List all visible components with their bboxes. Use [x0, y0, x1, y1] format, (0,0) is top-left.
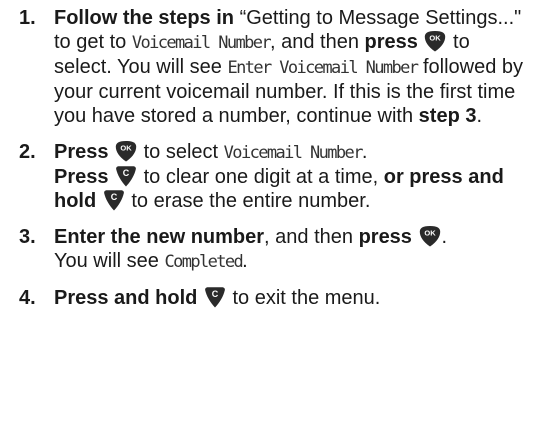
clear-key-icon: C [103, 189, 125, 211]
display-text: Completed [164, 252, 243, 272]
step-text: to select [138, 141, 224, 163]
step-text: , and then [270, 31, 365, 53]
step-bold-text: Enter the new number [54, 226, 265, 248]
clear-key-icon: C [115, 165, 137, 187]
step-text: . [361, 141, 368, 163]
step-bold-text: press [358, 226, 412, 248]
step-bold-text: Press and hold [54, 287, 198, 309]
step-4: 4. Press and hold C to exit the menu. [0, 286, 533, 310]
step-bold-text: press [364, 31, 418, 53]
display-text: Enter Voicemail Number [227, 58, 419, 78]
step-number: 4. [19, 287, 36, 309]
ok-key-icon: OK [419, 225, 441, 247]
step-text: to erase the entire number. [125, 190, 371, 212]
step-bold-text: Follow the steps in [54, 7, 235, 29]
step-text: to exit the menu. [226, 287, 381, 309]
step-bold-text: Press [54, 141, 109, 163]
display-text: Voicemail Number [131, 33, 272, 53]
display-text: Voicemail Number [223, 143, 364, 163]
svg-text:C: C [212, 289, 219, 299]
clear-key-icon: C [204, 286, 226, 308]
step-number: 1. [19, 7, 36, 29]
svg-text:OK: OK [424, 229, 436, 238]
step-2: 2. Press OK to select Voicemail Number. Pr… [0, 140, 533, 213]
step-text: . [441, 226, 448, 248]
ok-key-icon: OK [115, 140, 137, 162]
step-text: , and then [264, 226, 359, 248]
step-bold-text: step 3 [418, 105, 477, 127]
svg-text:C: C [111, 192, 118, 202]
document-page: { "steps": [ { "num": "1.", "a": "Follow… [0, 0, 533, 434]
step-text: . [476, 105, 483, 127]
svg-text:C: C [123, 168, 130, 178]
step-1: 1. Follow the steps in “Getting to Messag… [0, 6, 533, 128]
svg-text:OK: OK [120, 144, 132, 153]
step-bold-text: Press [54, 166, 109, 188]
ok-key-icon: OK [424, 30, 446, 52]
step-text: You will see [54, 250, 165, 272]
step-text: . [242, 250, 248, 272]
step-number: 3. [19, 226, 36, 248]
svg-text:OK: OK [430, 34, 442, 43]
step-number: 2. [19, 141, 36, 163]
step-text: to clear one digit at a time, [138, 166, 384, 188]
step-3: 3. Enter the new number, and then press O… [0, 225, 533, 274]
steps-list: 1. Follow the steps in “Getting to Messag… [0, 6, 533, 310]
